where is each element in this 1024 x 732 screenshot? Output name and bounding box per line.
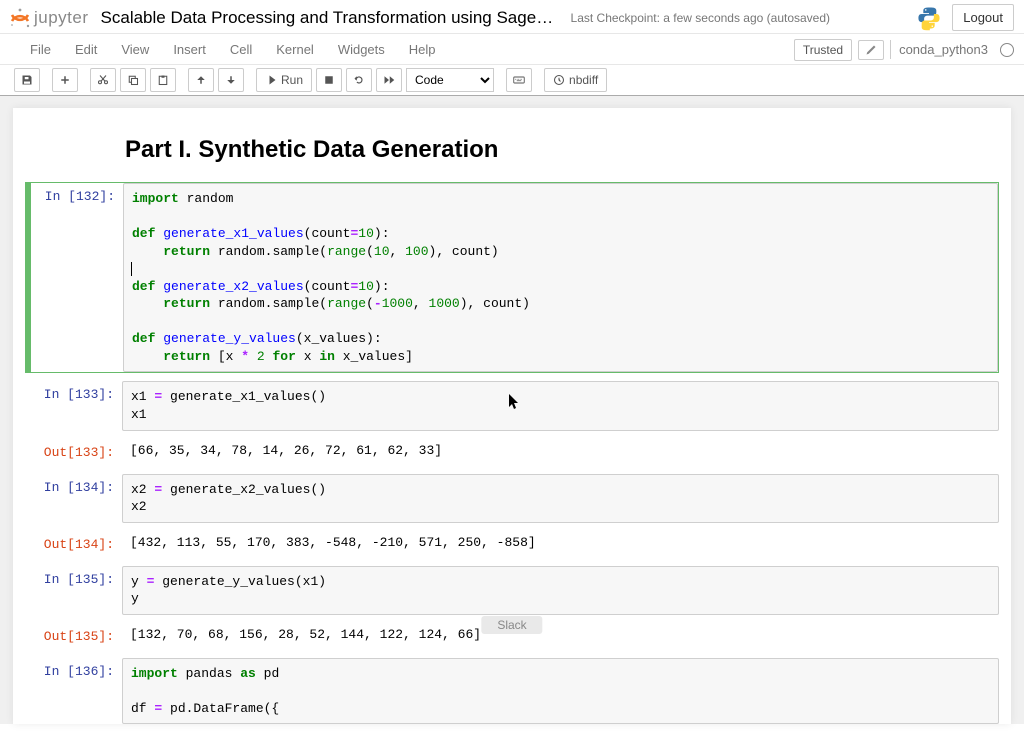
output-text: [432, 113, 55, 170, 383, -548, -210, 571… <box>122 531 999 554</box>
restart-run-all-button[interactable] <box>376 68 402 92</box>
restart-icon <box>353 74 365 86</box>
save-button[interactable] <box>14 68 40 92</box>
restart-button[interactable] <box>346 68 372 92</box>
jupyter-logo-text: jupyter <box>34 8 89 28</box>
code-input[interactable]: x1 = generate_x1_values() x1 <box>122 381 999 430</box>
cell-type-select[interactable]: Code <box>406 68 494 92</box>
menu-widgets[interactable]: Widgets <box>326 36 397 63</box>
out-prompt: Out[134]: <box>30 531 122 558</box>
code-cell[interactable]: In [134]:x2 = generate_x2_values() x2 <box>25 474 999 523</box>
toolbar: Run Code nbdiff <box>0 65 1024 96</box>
menu-file[interactable]: File <box>18 36 63 63</box>
run-button[interactable]: Run <box>256 68 312 92</box>
code-cell[interactable]: In [135]:y = generate_y_values(x1) y <box>25 566 999 615</box>
notebook-title[interactable]: Scalable Data Processing and Transformat… <box>101 8 561 28</box>
pencil-icon <box>865 44 877 56</box>
in-prompt: In [135]: <box>30 566 122 615</box>
menubar: FileEditViewInsertCellKernelWidgetsHelp … <box>0 34 1024 65</box>
kernel-name[interactable]: conda_python3 <box>890 40 988 59</box>
in-prompt: In [136]: <box>30 658 122 725</box>
clock-icon <box>553 74 565 86</box>
code-input[interactable]: x2 = generate_x2_values() x2 <box>122 474 999 523</box>
output-text: [66, 35, 34, 78, 14, 26, 72, 61, 62, 33] <box>122 439 999 462</box>
interrupt-button[interactable] <box>316 68 342 92</box>
menu-insert[interactable]: Insert <box>161 36 218 63</box>
output-row: Out[133]:[66, 35, 34, 78, 14, 26, 72, 61… <box>25 439 999 466</box>
code-input[interactable]: import pandas as pd df = pd.DataFrame({ <box>122 658 999 725</box>
arrow-down-icon <box>225 74 237 86</box>
section-heading: Part I. Synthetic Data Generation <box>125 136 991 164</box>
in-prompt: In [132]: <box>31 183 123 372</box>
copy-icon <box>127 74 139 86</box>
stop-icon <box>323 74 335 86</box>
plus-icon <box>59 74 71 86</box>
notebook-header: jupyter Scalable Data Processing and Tra… <box>0 0 1024 34</box>
code-cell[interactable]: In [133]:x1 = generate_x1_values() x1 <box>25 381 999 430</box>
code-cell[interactable]: In [132]:import random def generate_x1_v… <box>25 182 999 373</box>
code-input[interactable]: y = generate_y_values(x1) y <box>122 566 999 615</box>
command-palette-button[interactable] <box>506 68 532 92</box>
python-icon <box>916 5 942 31</box>
jupyter-logo[interactable]: jupyter <box>8 6 89 30</box>
nbdiff-button[interactable]: nbdiff <box>544 68 607 92</box>
code-input[interactable]: import random def generate_x1_values(cou… <box>123 183 998 372</box>
run-icon <box>265 74 277 86</box>
add-cell-button[interactable] <box>52 68 78 92</box>
move-down-button[interactable] <box>218 68 244 92</box>
menu-kernel[interactable]: Kernel <box>264 36 326 63</box>
edit-button[interactable] <box>858 40 884 60</box>
fast-forward-icon <box>383 74 395 86</box>
menu-view[interactable]: View <box>109 36 161 63</box>
in-prompt: In [134]: <box>30 474 122 523</box>
move-up-button[interactable] <box>188 68 214 92</box>
kernel-idle-indicator <box>1000 43 1014 57</box>
menu-cell[interactable]: Cell <box>218 36 264 63</box>
jupyter-icon <box>8 6 32 30</box>
out-prompt: Out[133]: <box>30 439 122 466</box>
code-cell[interactable]: In [136]:import pandas as pd df = pd.Dat… <box>25 658 999 725</box>
save-icon <box>21 74 33 86</box>
menu-help[interactable]: Help <box>397 36 448 63</box>
cut-icon <box>97 74 109 86</box>
keyboard-icon <box>513 74 525 86</box>
arrow-up-icon <box>195 74 207 86</box>
copy-button[interactable] <box>120 68 146 92</box>
paste-icon <box>157 74 169 86</box>
output-text: [132, 70, 68, 156, 28, 52, 144, 122, 124… <box>122 623 999 646</box>
checkpoint-status: Last Checkpoint: a few seconds ago (auto… <box>571 11 831 25</box>
markdown-cell[interactable]: Part I. Synthetic Data Generation <box>25 128 999 180</box>
output-row: Out[134]:[432, 113, 55, 170, 383, -548, … <box>25 531 999 558</box>
slack-notification: Slack <box>481 616 542 634</box>
logout-button[interactable]: Logout <box>952 4 1014 31</box>
trusted-badge[interactable]: Trusted <box>794 39 852 61</box>
menu-edit[interactable]: Edit <box>63 36 109 63</box>
paste-button[interactable] <box>150 68 176 92</box>
in-prompt: In [133]: <box>30 381 122 430</box>
cut-button[interactable] <box>90 68 116 92</box>
